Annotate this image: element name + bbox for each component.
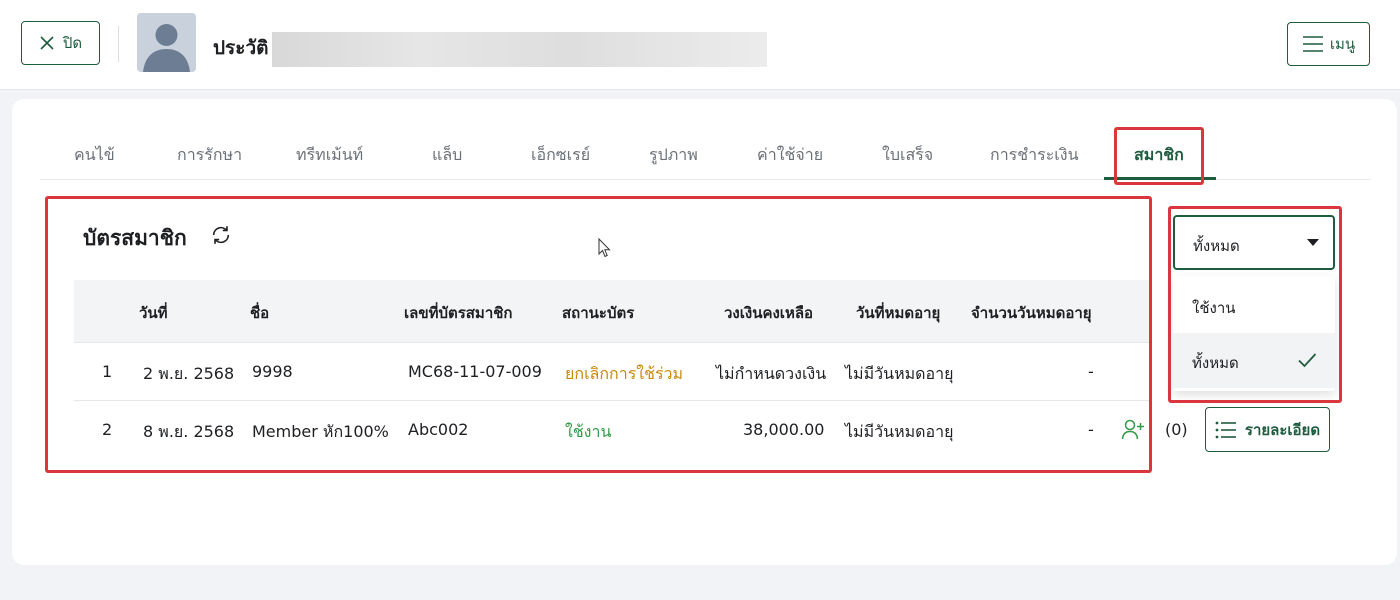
highlight-box-tab bbox=[1114, 127, 1204, 185]
list-icon bbox=[1215, 421, 1236, 438]
highlight-box-filter bbox=[1168, 206, 1342, 403]
tab-receipts[interactable]: ใบเสร็จ bbox=[882, 143, 933, 168]
tab-treatment-plan[interactable]: ทรีทเม้นท์ bbox=[296, 143, 363, 168]
top-bar: ปิด ประวัติ เมนู bbox=[0, 0, 1400, 90]
tab-treatment[interactable]: การรักษา bbox=[177, 143, 242, 168]
tab-patient[interactable]: คนไข้ bbox=[74, 143, 115, 168]
page-title: ประวัติ bbox=[213, 37, 269, 59]
hamburger-icon bbox=[1302, 36, 1323, 52]
avatar bbox=[137, 13, 196, 72]
member-count: (0) bbox=[1165, 420, 1188, 439]
tab-lab[interactable]: แล็บ bbox=[432, 143, 462, 168]
close-button-label: ปิด bbox=[62, 35, 83, 52]
tab-expenses[interactable]: ค่าใช้จ่าย bbox=[757, 143, 823, 168]
header-divider bbox=[118, 26, 119, 62]
person-icon bbox=[137, 13, 196, 72]
close-icon bbox=[40, 36, 54, 50]
tab-images[interactable]: รูปภาพ bbox=[649, 143, 698, 168]
menu-button[interactable]: เมนู bbox=[1287, 22, 1370, 66]
tab-payments[interactable]: การชำระเงิน bbox=[990, 143, 1079, 168]
details-button-label: รายละเอียด bbox=[1244, 421, 1321, 439]
tab-xray[interactable]: เอ็กซเรย์ bbox=[531, 143, 590, 168]
close-button[interactable]: ปิด bbox=[21, 21, 100, 65]
menu-button-label: เมนู bbox=[1329, 36, 1356, 53]
mouse-cursor-icon bbox=[598, 238, 611, 258]
redacted-patient-name bbox=[272, 32, 767, 67]
details-button[interactable]: รายละเอียด bbox=[1205, 407, 1330, 452]
